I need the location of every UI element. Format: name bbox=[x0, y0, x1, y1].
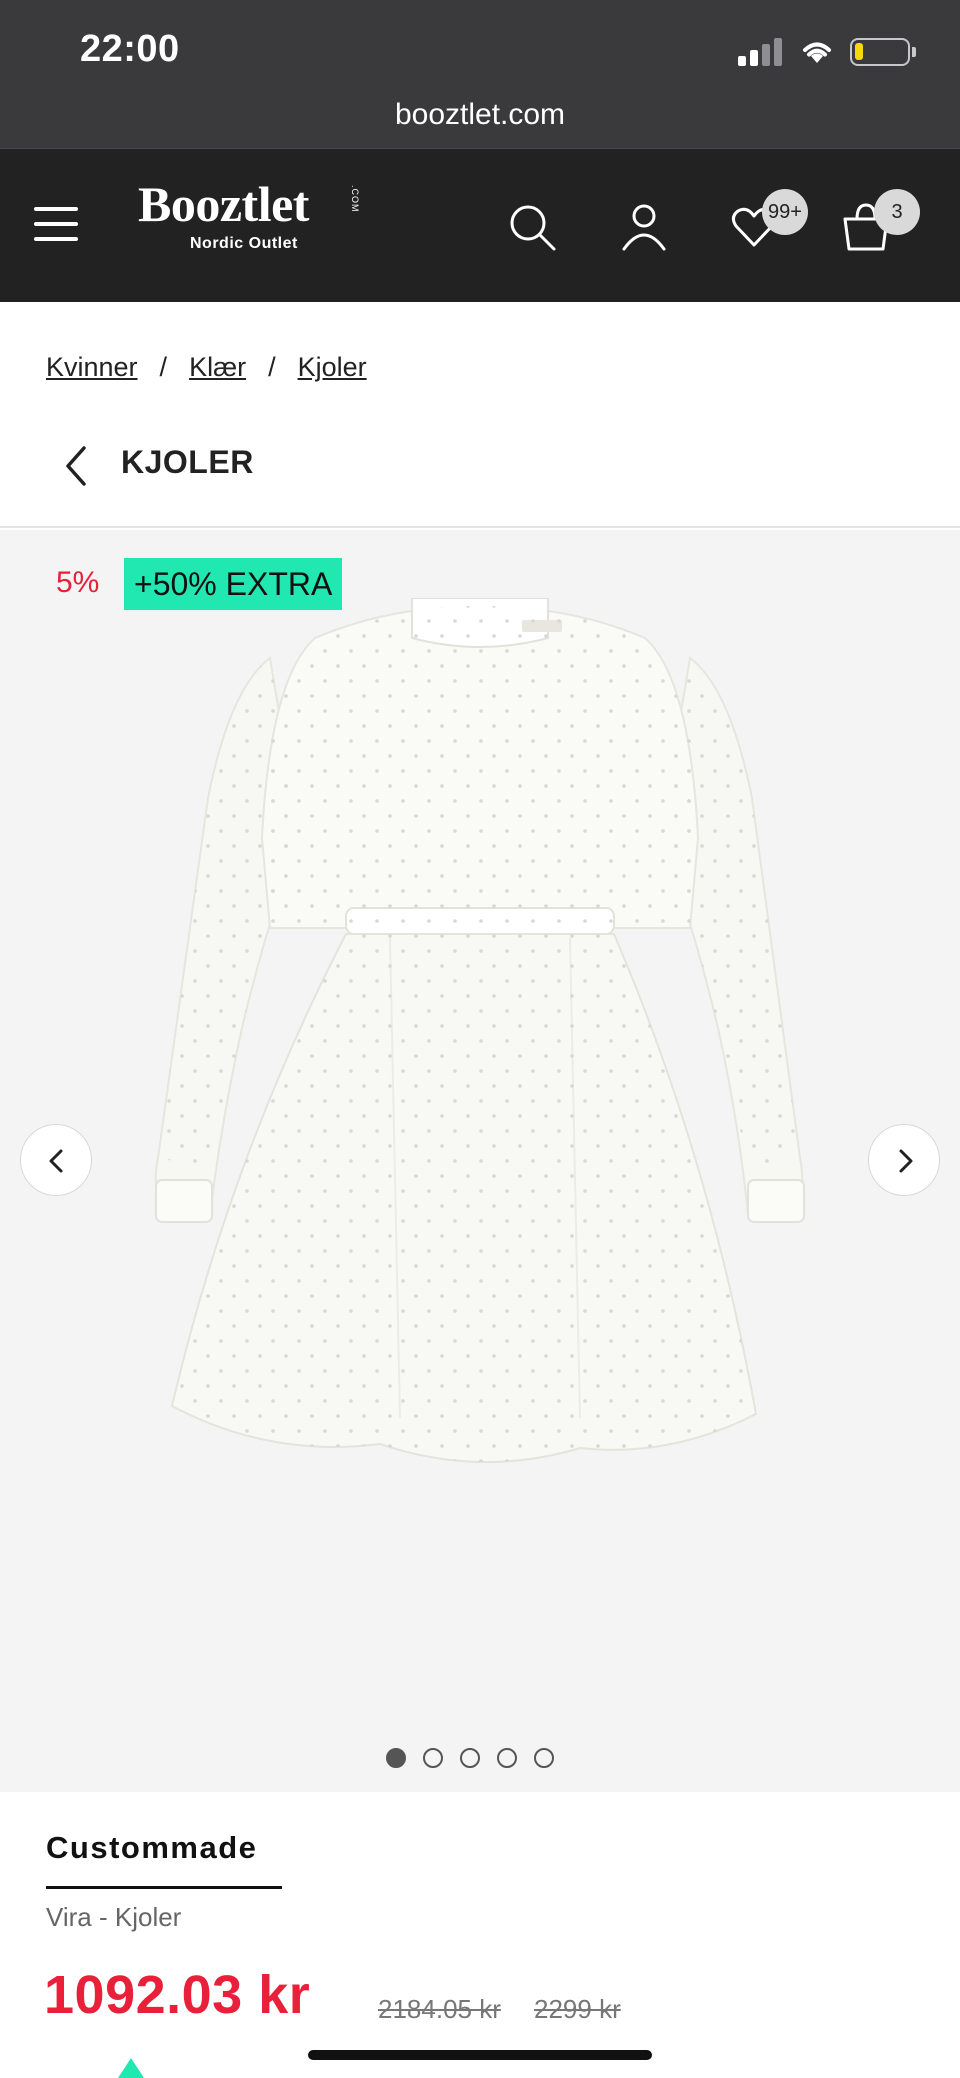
battery-icon bbox=[850, 38, 916, 66]
chevron-left-icon[interactable] bbox=[58, 442, 94, 490]
product-image bbox=[154, 598, 805, 1464]
cart-count-badge: 3 bbox=[874, 189, 920, 235]
url-bar[interactable]: booztlet.com bbox=[0, 98, 960, 132]
breadcrumb-item-klaer[interactable]: Klær bbox=[189, 352, 246, 382]
breadcrumb-separator: / bbox=[159, 352, 168, 382]
breadcrumb-item-kjoler[interactable]: Kjoler bbox=[298, 352, 367, 382]
gallery-dot[interactable] bbox=[534, 1748, 554, 1768]
tooltip-pointer bbox=[118, 2058, 144, 2078]
product-image-gallery[interactable]: 5% +50% EXTRA bbox=[0, 530, 960, 1792]
breadcrumb: Kvinner / Klær / Kjoler bbox=[46, 352, 367, 383]
gallery-dot[interactable] bbox=[497, 1748, 517, 1768]
wifi-icon bbox=[803, 42, 831, 63]
brand-underline bbox=[46, 1886, 282, 1889]
category-back-row: KJOLER bbox=[0, 428, 960, 528]
gallery-next-button[interactable] bbox=[868, 1124, 940, 1196]
chevron-right-icon bbox=[899, 1149, 913, 1173]
account-icon[interactable] bbox=[618, 201, 670, 253]
gallery-dot[interactable] bbox=[386, 1748, 406, 1768]
breadcrumb-item-kvinner[interactable]: Kvinner bbox=[46, 352, 138, 382]
price-current: 1092.03 kr bbox=[44, 1965, 311, 2025]
gallery-prev-button[interactable] bbox=[20, 1124, 92, 1196]
site-header: Booztlet .COM Nordic Outlet 99+ 3 bbox=[0, 148, 960, 302]
gallery-pagination bbox=[386, 1748, 586, 1770]
wishlist-count-badge: 99+ bbox=[762, 189, 808, 235]
logo[interactable]: Booztlet .COM Nordic Outlet bbox=[138, 179, 368, 259]
product-brand[interactable]: Custommade bbox=[46, 1830, 257, 1866]
logo-subtitle: Nordic Outlet bbox=[190, 235, 298, 252]
browser-chrome: 22:00 booztlet.com bbox=[0, 0, 960, 148]
category-title[interactable]: KJOLER bbox=[121, 444, 254, 481]
status-time: 22:00 bbox=[80, 28, 180, 70]
price-before: 2184.05 kr bbox=[378, 1994, 501, 2024]
price-original: 2299 kr bbox=[534, 1994, 621, 2024]
signal-icon bbox=[738, 38, 782, 66]
product-name: Vira - Kjoler bbox=[46, 1902, 182, 1932]
home-indicator bbox=[308, 2050, 652, 2060]
menu-icon[interactable] bbox=[34, 207, 78, 241]
breadcrumb-separator: / bbox=[268, 352, 276, 382]
discount-label: 5% bbox=[56, 566, 100, 599]
gallery-dot[interactable] bbox=[423, 1748, 443, 1768]
gallery-dot[interactable] bbox=[460, 1748, 480, 1768]
logo-text: Booztlet bbox=[138, 176, 309, 232]
logo-com: .COM bbox=[350, 185, 360, 213]
search-icon[interactable] bbox=[506, 201, 558, 253]
chevron-left-icon bbox=[49, 1149, 63, 1173]
